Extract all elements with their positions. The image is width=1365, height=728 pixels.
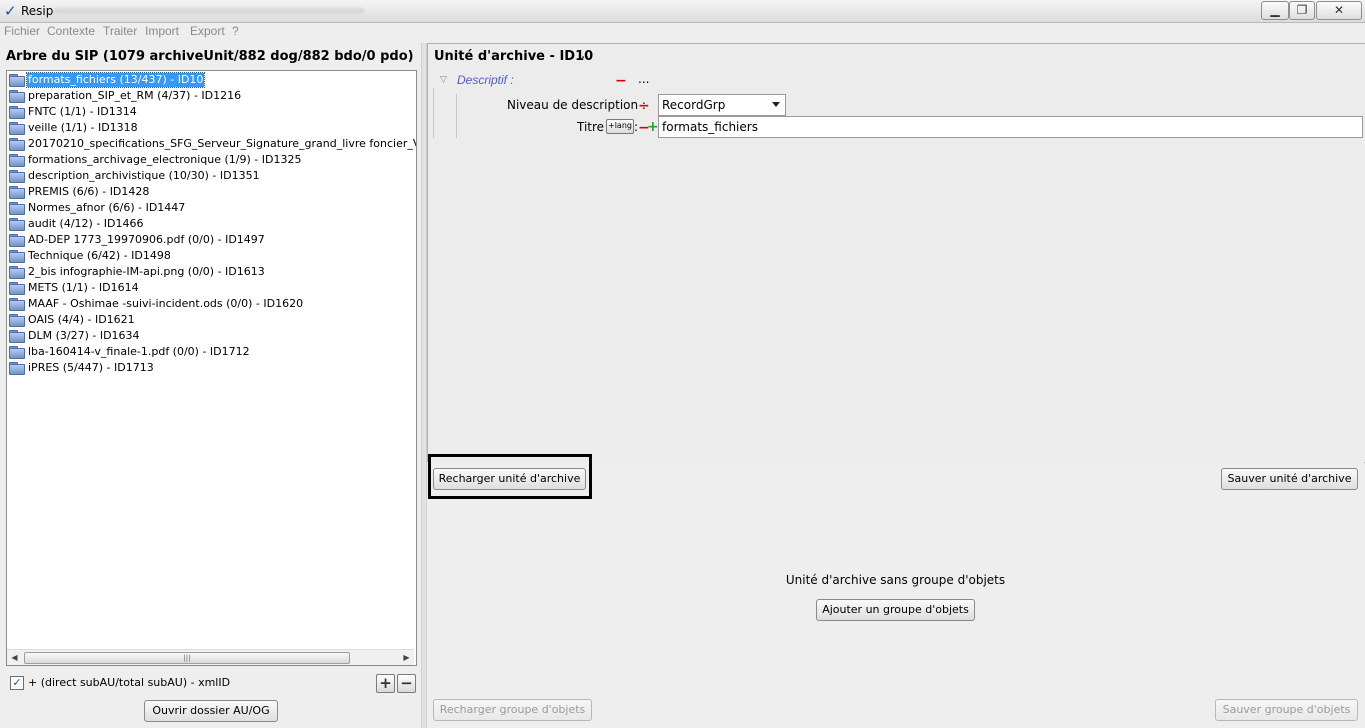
folder-icon [9, 106, 25, 119]
close-button[interactable]: ✕ [1316, 1, 1362, 20]
tree-item-label: preparation_SIP_et_RM (4/37) - ID1216 [28, 89, 242, 102]
minimize-button[interactable]: ▁ [1261, 1, 1289, 20]
folder-icon [9, 90, 25, 103]
level-label: Niveau de description : [507, 98, 646, 112]
folder-icon [9, 202, 25, 215]
remove-descriptif-button[interactable]: − [615, 74, 627, 88]
show-counts-label: + (direct subAU/total subAU) - xmlID [28, 676, 231, 689]
tree-item-label: 2_bis infographie-IM-api.png (0/0) - ID1… [28, 265, 265, 278]
reload-object-group-button[interactable]: Recharger groupe d'objets [433, 699, 592, 721]
menu-import[interactable]: Import [145, 24, 179, 38]
level-select-value: RecordGrp [662, 98, 726, 112]
resip-logo-icon: ✓ [4, 2, 17, 20]
tree-guide-line [433, 88, 434, 138]
folder-icon [9, 122, 25, 135]
window-title: Resip [21, 4, 54, 18]
archive-unit-more-button[interactable]: ... [581, 47, 593, 62]
folder-icon [9, 170, 25, 183]
tree-item-label: lba-160414-v_finale-1.pdf (0/0) - ID1712 [28, 345, 250, 358]
tree-guide-line [456, 94, 457, 138]
tree-item-label: 20170210_specifications_SFG_Serveur_Sign… [28, 137, 416, 150]
archive-unit-title: Unité d'archive - ID10 [434, 49, 594, 64]
folder-icon [9, 330, 25, 343]
folder-icon [9, 138, 25, 151]
folder-icon [9, 314, 25, 327]
scroll-left-arrow-icon[interactable]: ◀ [7, 650, 22, 665]
expand-all-button[interactable]: + [376, 674, 395, 693]
folder-icon [9, 154, 25, 167]
tree-item-label: OAIS (4/4) - ID1621 [28, 313, 135, 326]
folder-icon [9, 298, 25, 311]
highlight-annotation-box [428, 454, 592, 499]
title-label: Titre [577, 120, 605, 134]
window-subtitle-blurred [54, 8, 364, 14]
menu-fichier[interactable]: Fichier [4, 24, 40, 38]
folder-icon [9, 234, 25, 247]
tree-item-label: formats_fichiers (13/437) - ID10 [25, 72, 206, 88]
tree-item-label: AD-DEP 1773_19970906.pdf (0/0) - ID1497 [28, 233, 265, 246]
scroll-right-arrow-icon[interactable]: ▶ [399, 650, 414, 665]
tree-item-label: MAAF - Oshimae -suivi-incident.ods (0/0)… [28, 297, 304, 310]
no-object-group-message: Unité d'archive sans groupe d'objets [785, 573, 1006, 587]
tree-item-label: audit (4/12) - ID1466 [28, 217, 144, 230]
tree-item-label: FNTC (1/1) - ID1314 [28, 105, 137, 118]
tree-horizontal-scrollbar[interactable]: ◀ ||| ▶ [7, 649, 414, 665]
add-lang-button[interactable]: +lang [606, 119, 634, 134]
scroll-thumb[interactable]: ||| [24, 652, 350, 664]
collapse-all-button[interactable]: − [397, 674, 416, 693]
add-title-button[interactable]: + [647, 120, 659, 134]
remove-level-button[interactable]: − [638, 99, 650, 113]
level-select[interactable]: RecordGrp [658, 94, 786, 116]
section-collapse-icon[interactable]: ▽ [440, 75, 447, 85]
maximize-button[interactable]: ❐ [1289, 1, 1315, 20]
save-archive-unit-button[interactable]: Sauver unité d'archive [1221, 468, 1358, 490]
folder-icon [9, 186, 25, 199]
folder-icon [9, 74, 25, 87]
tree-item-label: iPRES (5/447) - ID1713 [28, 361, 154, 374]
sip-tree-title: Arbre du SIP (1079 archiveUnit/882 dog/8… [6, 49, 414, 64]
menu-traiter[interactable]: Traiter [103, 24, 137, 38]
folder-icon [9, 282, 25, 295]
title-input-value: formats_fichiers [662, 120, 758, 134]
tree-item-label: DLM (3/27) - ID1634 [28, 329, 140, 342]
menu-export[interactable]: Export [190, 24, 225, 38]
open-folder-button[interactable]: Ouvrir dossier AU/OG [144, 700, 278, 722]
folder-icon [9, 218, 25, 231]
save-object-group-button[interactable]: Sauver groupe d'objets [1215, 699, 1358, 721]
descriptif-more-button[interactable]: ... [638, 72, 649, 86]
menu-bar: Fichier Contexte Traiter Import Export ? [0, 23, 1365, 40]
tree-item-label: METS (1/1) - ID1614 [28, 281, 139, 294]
sip-tree[interactable]: formats_fichiers (13/437) - ID10 preparat… [6, 70, 417, 666]
dropdown-arrow-icon [772, 102, 780, 107]
folder-icon [9, 250, 25, 263]
tree-item-label: Normes_afnor (6/6) - ID1447 [28, 201, 186, 214]
folder-icon [9, 362, 25, 375]
tree-item-label: Technique (6/42) - ID1498 [28, 249, 171, 262]
tree-item-label: veille (1/1) - ID1318 [28, 121, 138, 134]
title-bar: ✓ Resip ▁ ❐ ✕ [0, 0, 1365, 23]
show-counts-checkbox[interactable]: ✓ [10, 676, 24, 690]
title-input[interactable]: formats_fichiers [658, 116, 1363, 138]
menu-contexte[interactable]: Contexte [47, 24, 95, 38]
tree-item-label: PREMIS (6/6) - ID1428 [28, 185, 150, 198]
add-object-group-button[interactable]: Ajouter un groupe d'objets [816, 599, 975, 621]
folder-icon [9, 266, 25, 279]
tree-item-label: formations_archivage_electronique (1/9) … [28, 153, 302, 166]
folder-icon [9, 346, 25, 359]
tree-item-label: description_archivistique (10/30) - ID13… [28, 169, 260, 182]
menu-help[interactable]: ? [232, 24, 239, 38]
descriptif-section-label: Descriptif : [457, 73, 514, 87]
